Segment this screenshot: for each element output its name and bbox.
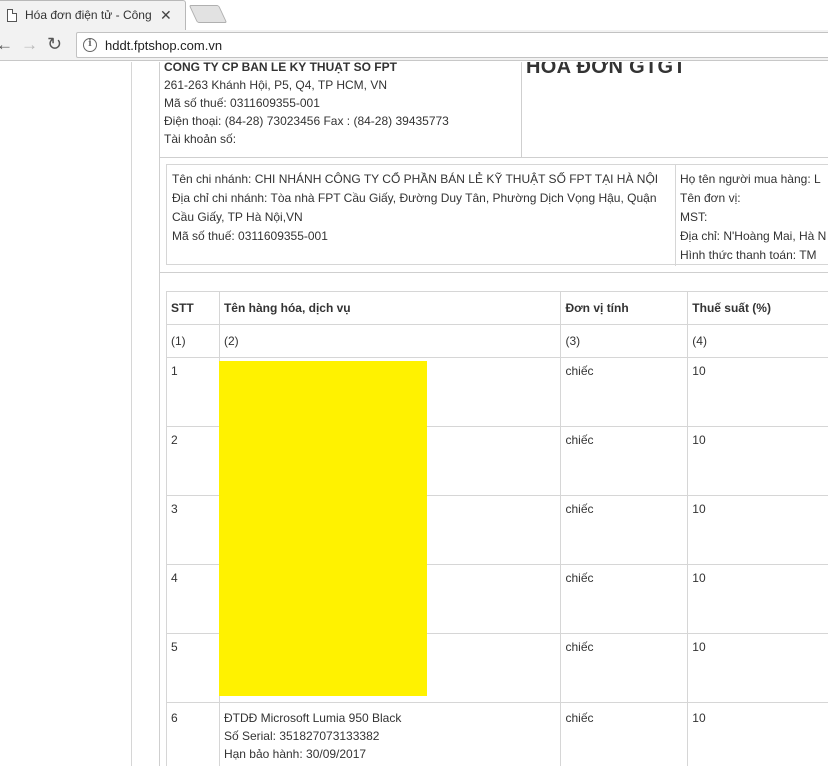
- col-number: (2): [218, 324, 562, 358]
- redaction-block: [219, 361, 427, 696]
- row-unit: chiếc: [560, 564, 689, 634]
- buyer-name: Họ tên người mua hàng: L: [680, 172, 821, 186]
- address-bar[interactable]: i hddt.fptshop.com.vn: [76, 32, 828, 58]
- seller-phone: Điện thoại: (84-28) 73023456 Fax : (84-2…: [164, 114, 449, 128]
- parties-box: Tên chi nhánh: CHI NHÁNH CÔNG TY CỔ PHẦN…: [166, 164, 828, 266]
- header-unit: Đơn vị tính: [560, 291, 689, 325]
- buyer-tax-code: MST:: [680, 210, 708, 224]
- row-unit: chiếc: [560, 495, 689, 565]
- buyer-info: Họ tên người mua hàng: L Tên đơn vị: MST…: [680, 170, 828, 265]
- seller-tax-code: Mã số thuế: 0311609355-001: [164, 96, 320, 110]
- item-warranty: Hạn bảo hành: 30/09/2017: [223, 747, 367, 761]
- url-text[interactable]: hddt.fptshop.com.vn: [105, 38, 222, 53]
- row-tax: 10: [687, 702, 828, 766]
- row-tax: 10: [687, 564, 828, 634]
- row-unit: chiếc: [560, 633, 689, 703]
- item-name: ĐTDĐ Microsoft Lumia 950 Black: [223, 711, 402, 725]
- table-row: 6 ĐTDĐ Microsoft Lumia 950 Black Số Seri…: [166, 702, 828, 766]
- back-arrow-icon[interactable]: ←: [0, 35, 13, 55]
- row-tax: 10: [687, 633, 828, 703]
- buyer-address: Địa chỉ: N'Hoàng Mai, Hà N: [680, 229, 827, 243]
- buyer-unit: Tên đơn vị:: [680, 191, 741, 205]
- row-stt: 6: [166, 702, 220, 766]
- seller-account: Tài khoản số:: [164, 132, 237, 146]
- document-icon: [7, 9, 17, 22]
- seller-info: CÔNG TY CP BÁN LẺ KỸ THUẬT SỐ FPT 261-26…: [164, 62, 516, 148]
- document-title: HÓA ĐƠN GTGT: [526, 62, 686, 78]
- seller-address: 261-263 Khánh Hội, P5, Q4, TP HCM, VN: [164, 78, 388, 92]
- page-content: CÔNG TY CP BÁN LẺ KỸ THUẬT SỐ FPT 261-26…: [0, 62, 828, 766]
- header-rule: [160, 157, 828, 158]
- col-number: (1): [166, 324, 220, 358]
- header-stt: STT: [166, 291, 220, 325]
- branch-info: Tên chi nhánh: CHI NHÁNH CÔNG TY CỔ PHẦN…: [172, 170, 672, 246]
- row-stt: 5: [166, 633, 220, 703]
- parties-rule: [160, 272, 828, 273]
- row-item-name: ĐTDĐ Microsoft Lumia 950 Black Số Serial…: [218, 702, 562, 766]
- row-unit: chiếc: [560, 357, 689, 427]
- new-tab-button[interactable]: [188, 5, 228, 23]
- row-stt: 2: [166, 426, 220, 496]
- header-divider: [521, 62, 522, 157]
- header-tax-rate: Thuế suất (%): [687, 291, 828, 325]
- row-stt: 4: [166, 564, 220, 634]
- row-tax: 10: [687, 357, 828, 427]
- branch-tax-code: Mã số thuế: 0311609355-001: [172, 229, 328, 243]
- buyer-payment: Hình thức thanh toán: TM: [680, 248, 817, 262]
- item-serial: Số Serial: 351827073133382: [223, 729, 380, 743]
- col-number: (4): [687, 324, 828, 358]
- row-stt: 1: [166, 357, 220, 427]
- reload-icon[interactable]: ↻: [47, 34, 62, 55]
- row-stt: 3: [166, 495, 220, 565]
- browser-tab[interactable]: Hóa đơn điện tử - Công ty ✕: [0, 0, 186, 30]
- tab-title: Hóa đơn điện tử - Công ty: [25, 8, 153, 22]
- branch-name: Tên chi nhánh: CHI NHÁNH CÔNG TY CỔ PHẦN…: [172, 172, 659, 186]
- row-unit: chiếc: [560, 426, 689, 496]
- info-icon[interactable]: i: [83, 38, 97, 52]
- row-unit: chiếc: [560, 702, 689, 766]
- page-margin-line: [131, 62, 132, 766]
- header-item-name: Tên hàng hóa, dịch vụ: [218, 291, 562, 325]
- table-header-row: STT Tên hàng hóa, dịch vụ Đơn vị tính Th…: [166, 291, 828, 325]
- tab-strip: Hóa đơn điện tử - Công ty ✕: [0, 0, 828, 30]
- browser-toolbar: ← → ↻ i hddt.fptshop.com.vn: [0, 30, 828, 61]
- forward-arrow-icon[interactable]: →: [21, 35, 38, 55]
- col-number: (3): [560, 324, 689, 358]
- close-icon[interactable]: ✕: [160, 7, 172, 23]
- column-number-row: (1) (2) (3) (4): [166, 324, 828, 358]
- row-tax: 10: [687, 426, 828, 496]
- branch-address: Địa chỉ chi nhánh: Tòa nhà FPT Cầu Giấy,…: [172, 191, 657, 224]
- row-tax: 10: [687, 495, 828, 565]
- seller-name: CÔNG TY CP BÁN LẺ KỸ THUẬT SỐ FPT: [164, 62, 397, 74]
- parties-divider: [675, 165, 676, 266]
